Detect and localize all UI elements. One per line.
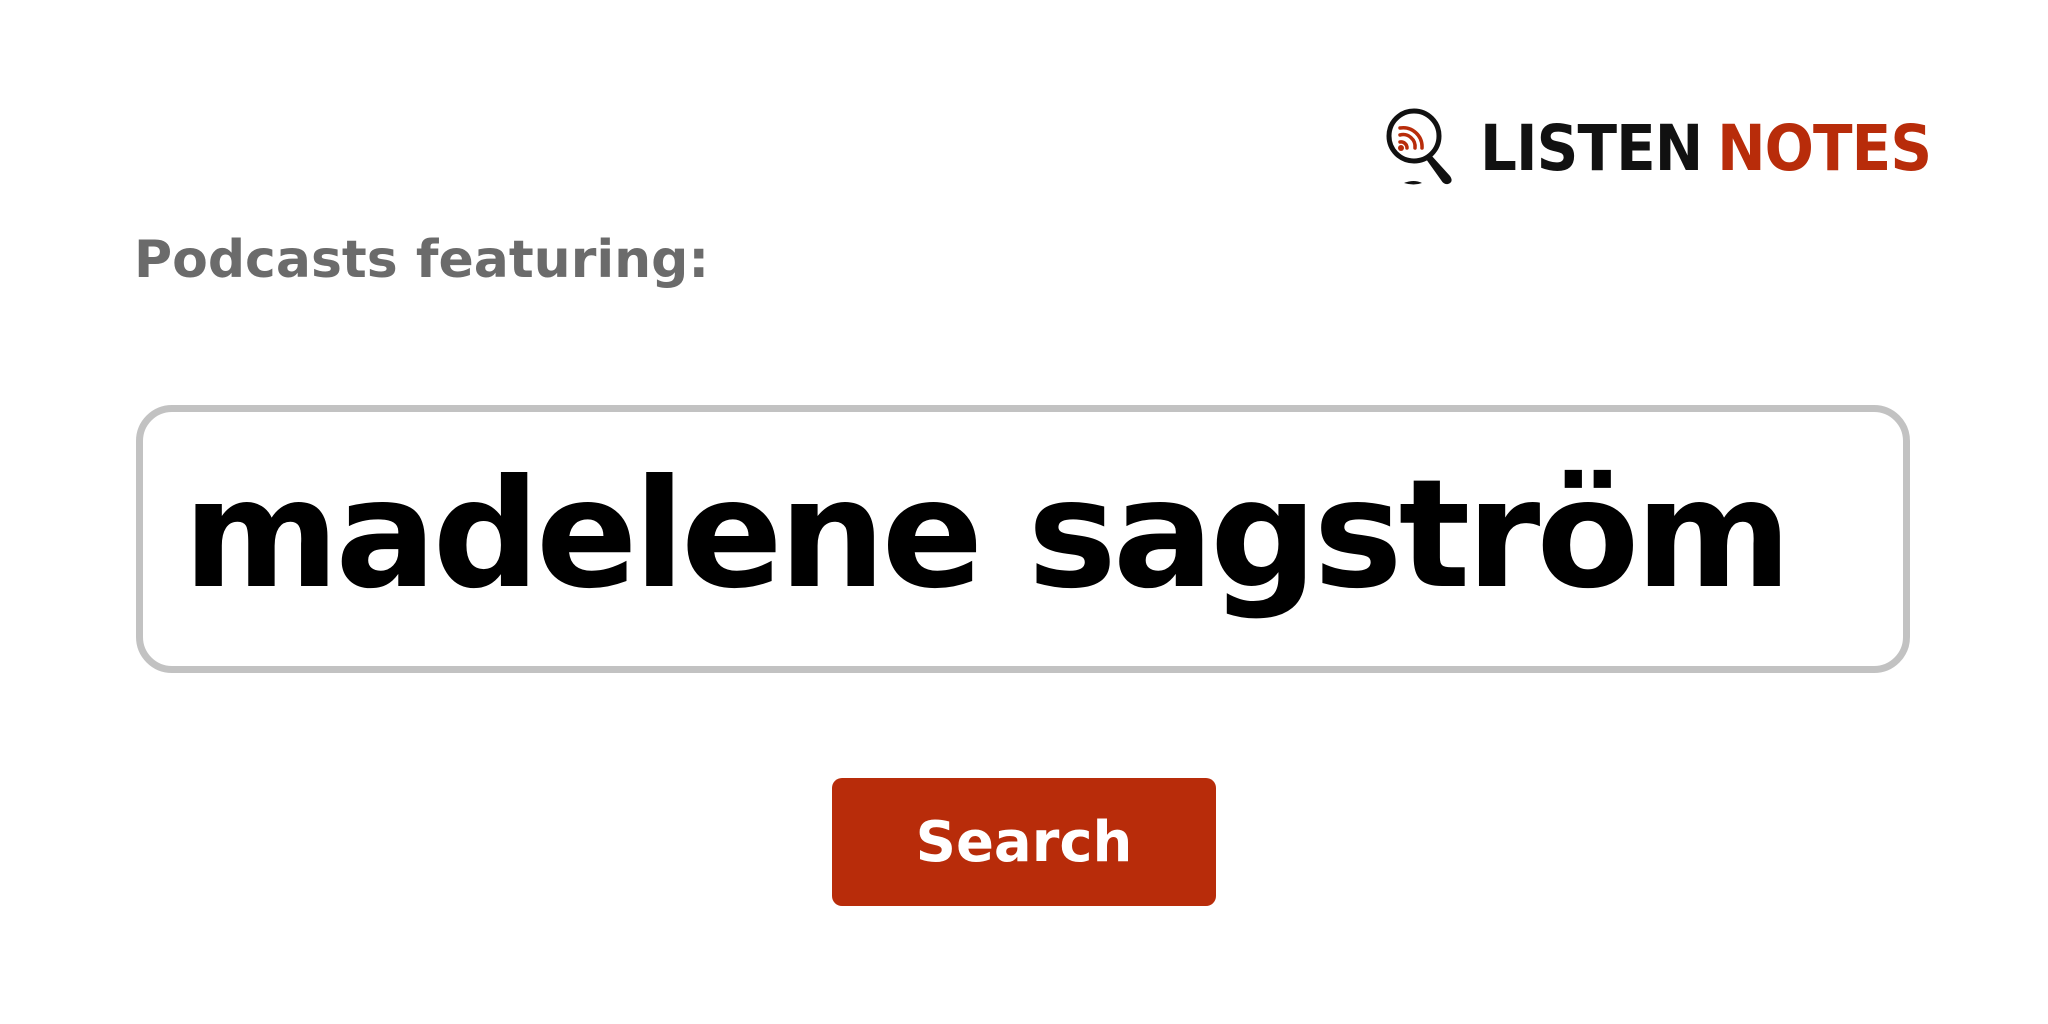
brand-name-listen: LISTEN [1480, 111, 1703, 185]
brand-name-notes: NOTES [1717, 111, 1932, 185]
podcast-magnifier-icon [1386, 108, 1452, 185]
search-button[interactable]: Search [832, 778, 1216, 906]
search-field-container[interactable] [136, 405, 1910, 673]
page-heading: Podcasts featuring: [134, 230, 710, 290]
brand-name: LISTEN NOTES [1480, 111, 1932, 185]
listen-notes-logo[interactable]: LISTEN NOTES [1384, 106, 1970, 190]
search-input[interactable] [143, 412, 1903, 666]
